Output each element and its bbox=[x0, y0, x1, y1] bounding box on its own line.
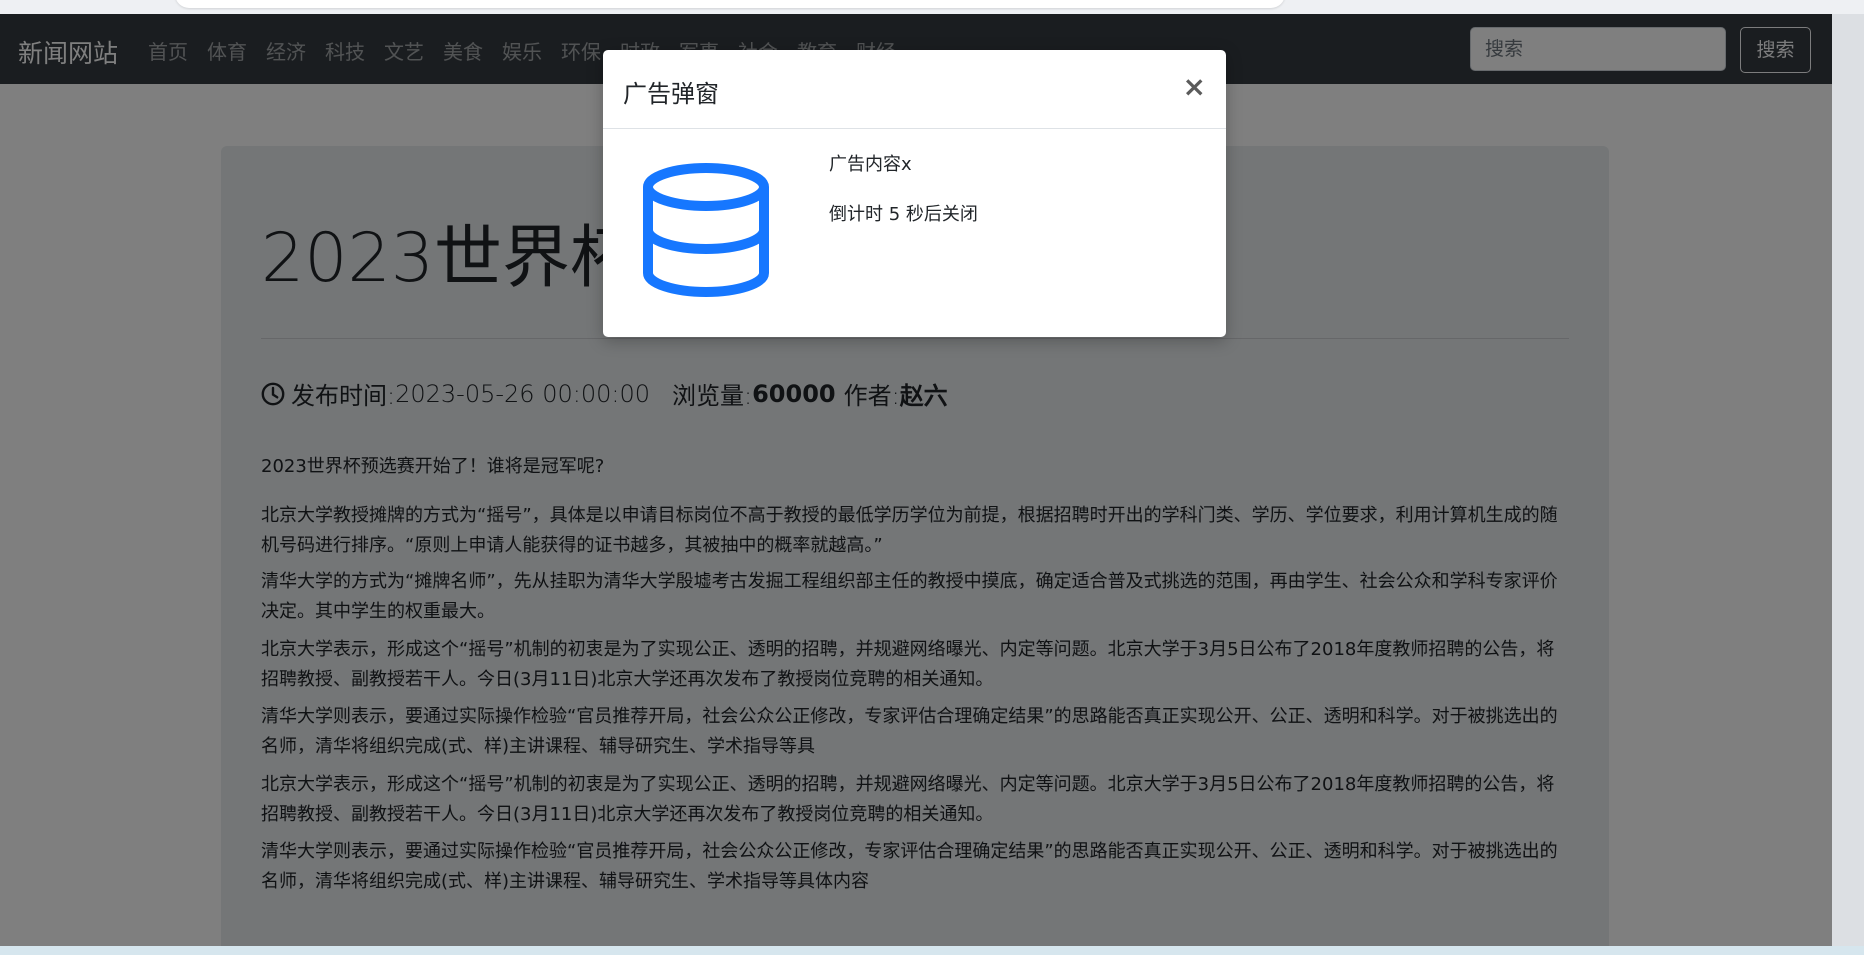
bottom-strip bbox=[0, 946, 1864, 955]
database-icon bbox=[643, 163, 769, 297]
ad-content: 广告内容x bbox=[829, 154, 912, 175]
page: 新闻网站 首页 体育 经济 科技 文艺 美食 娱乐 环保 时政 军事 社会 教育… bbox=[0, 14, 1832, 946]
browser-top-bar bbox=[0, 0, 1864, 14]
browser-tab-strip bbox=[175, 0, 1285, 8]
ad-modal: 广告弹窗 × 广告内容x 倒计时 5 秒后关闭 bbox=[603, 50, 1226, 337]
modal-header: 广告弹窗 × bbox=[603, 50, 1226, 129]
close-icon[interactable]: × bbox=[1183, 70, 1206, 103]
scrollbar-gutter[interactable] bbox=[1832, 14, 1864, 946]
modal-title: 广告弹窗 bbox=[623, 80, 719, 108]
ad-countdown: 倒计时 5 秒后关闭 bbox=[829, 204, 978, 225]
